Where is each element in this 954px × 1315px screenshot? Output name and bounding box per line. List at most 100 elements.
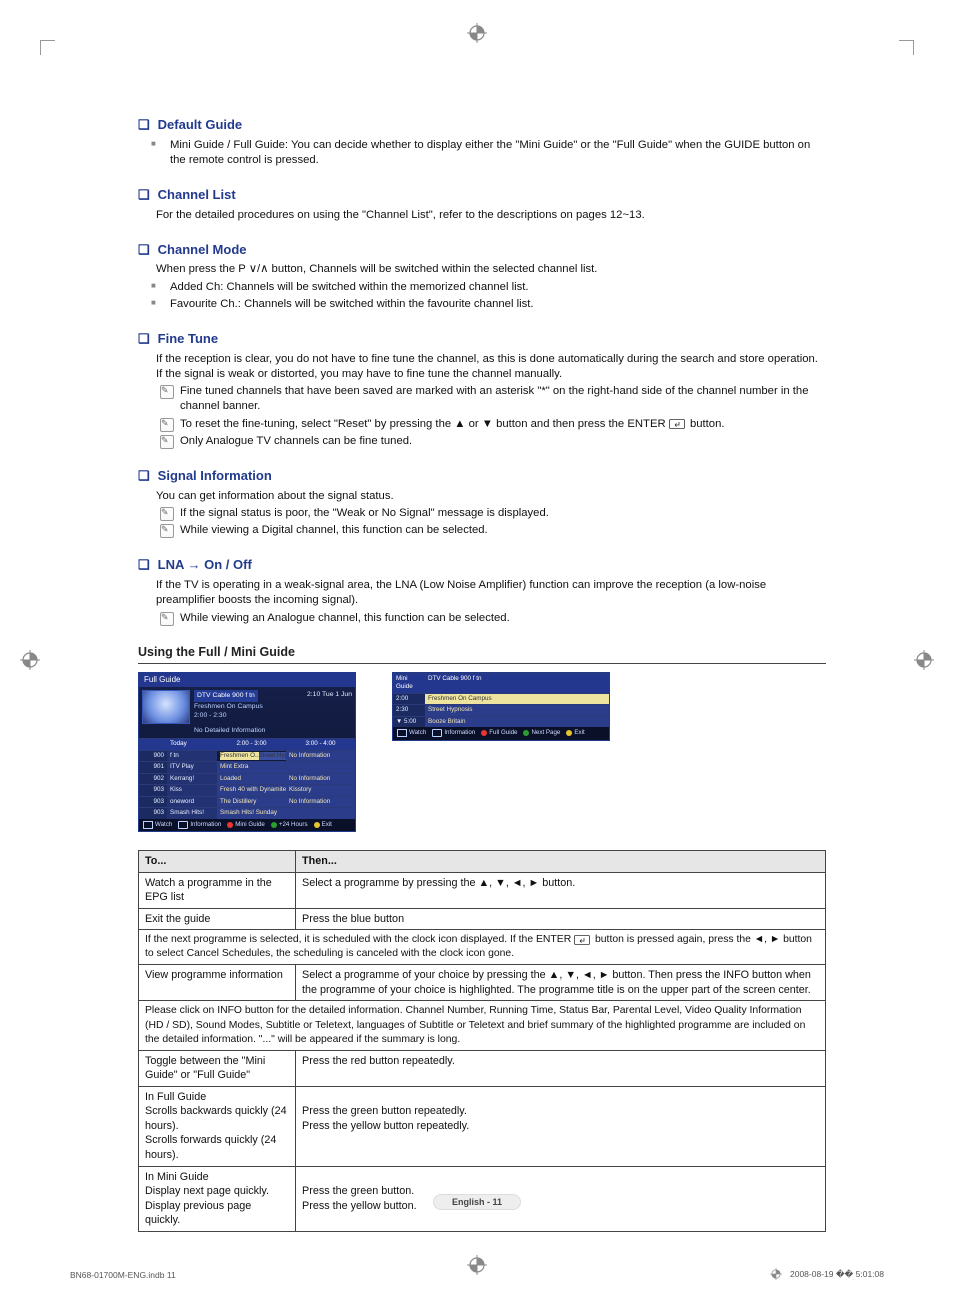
table-row: 903KissFresh 40 with Dynamite MCKisstory xyxy=(139,784,355,796)
text: Added Ch: Channels will be switched with… xyxy=(170,281,529,293)
default-guide-list: Mini Guide / Full Guide: You can decide … xyxy=(142,138,826,169)
programme-a: Loaded xyxy=(217,773,286,785)
col-then: Then... xyxy=(296,851,826,873)
list-item: Added Ch: Channels will be switched with… xyxy=(142,280,826,295)
document-page: Default Guide Mini Guide / Full Guide: Y… xyxy=(0,0,954,1315)
cell-then: Press the green button repeatedly. Press… xyxy=(296,1086,826,1166)
text: Favourite Ch.: Channels will be switched… xyxy=(170,298,534,310)
fig-title: Mini Guide xyxy=(393,673,425,693)
note-cell: If the next programme is selected, it is… xyxy=(139,930,826,965)
programme-cell: Freshmen On Campus xyxy=(425,693,609,705)
table-header-row: To... Then... xyxy=(139,851,826,873)
text: Fine tuned channels that have been saved… xyxy=(180,385,808,412)
text: To reset the fine-tuning, select "Reset"… xyxy=(180,418,666,430)
guide-figures: Full Guide DTV Cable 900 f tn 2:10 Tue 1… xyxy=(138,672,826,832)
legend-watch: Watch xyxy=(409,729,426,737)
mini-guide-title-row: Mini Guide DTV Cable 900 f tn xyxy=(393,673,609,693)
table-row: Exit the guide Press the blue button xyxy=(139,908,826,930)
table-row: In Full Guide Scrolls backwards quickly … xyxy=(139,1086,826,1166)
text: While viewing an Analogue channel, this … xyxy=(180,612,510,624)
channel-number: 903 xyxy=(139,796,167,808)
table-row: ▼ 5:00Booze Britain xyxy=(393,716,609,728)
print-timestamp: 2008-08-19 �� 5:01:08 xyxy=(770,1268,884,1280)
programme-b: No Information xyxy=(286,796,355,808)
mini-guide-figure: Mini Guide DTV Cable 900 f tn 2:00Freshm… xyxy=(392,672,610,741)
note-item: If the signal status is poor, the "Weak … xyxy=(160,506,826,521)
lna-notes: While viewing an Analogue channel, this … xyxy=(160,611,826,626)
legend-exit: Exit xyxy=(574,729,584,737)
registration-mark-icon xyxy=(467,1255,487,1275)
legend-watch: Watch xyxy=(155,821,172,829)
crop-mark xyxy=(899,40,914,55)
programme-b: Kisstory xyxy=(286,784,355,796)
body-text: You can get information about the signal… xyxy=(156,489,826,504)
page-number-badge: English - 11 xyxy=(433,1194,521,1210)
channel-name: ITV Play xyxy=(167,761,217,773)
list-item: Favourite Ch.: Channels will be switched… xyxy=(142,297,826,312)
date-label: 2:10 Tue 1 Jun xyxy=(307,690,352,699)
cell-then: Press the blue button xyxy=(296,908,826,930)
registration-mark-icon xyxy=(770,1268,782,1280)
using-guide-heading: Using the Full / Mini Guide xyxy=(138,644,826,664)
yellow-dot-icon xyxy=(314,822,320,828)
cell-then: Press the red button repeatedly. xyxy=(296,1050,826,1086)
fig-title: Full Guide xyxy=(139,673,355,688)
full-guide-figure: Full Guide DTV Cable 900 f tn 2:10 Tue 1… xyxy=(138,672,356,832)
channel-number: 901 xyxy=(139,761,167,773)
green-dot-icon xyxy=(271,822,277,828)
table-row: 901ITV PlayMint Extra xyxy=(139,761,355,773)
yellow-dot-icon xyxy=(566,730,572,736)
table-row: 900f tnFreshmen O..Street Hypn..No Infor… xyxy=(139,750,355,762)
info-icon xyxy=(178,821,188,829)
table-row: 903onewordThe DistilleryNo Information xyxy=(139,796,355,808)
full-guide-legend: Watch Information Mini Guide +24 Hours E… xyxy=(139,819,355,831)
cell-to: Exit the guide xyxy=(139,908,296,930)
text: If the next programme is selected, it is… xyxy=(145,934,571,945)
programme-b xyxy=(286,761,355,773)
note-item: While viewing a Digital channel, this fu… xyxy=(160,523,826,538)
enter-icon xyxy=(669,419,687,429)
cell-to: In Mini Guide Display next page quickly.… xyxy=(139,1166,296,1231)
col-slot-b: 3:00 - 4:00 xyxy=(286,738,355,750)
programme-b: No Information xyxy=(286,773,355,785)
red-dot-icon xyxy=(481,730,487,736)
table-note-row: If the next programme is selected, it is… xyxy=(139,930,826,965)
table-row: Toggle between the "Mini Guide" or "Full… xyxy=(139,1050,826,1086)
legend-next: Next Page xyxy=(531,729,560,737)
table-row: 903Smash Hits!Smash Hits! Sunday xyxy=(139,807,355,819)
programme-a: Freshmen O.. xyxy=(220,752,259,761)
registration-mark-icon xyxy=(20,650,40,670)
channel-name: Kiss xyxy=(167,784,217,796)
legend-info: Information xyxy=(444,729,475,737)
red-dot-icon xyxy=(227,822,233,828)
cell-to: Toggle between the "Mini Guide" or "Full… xyxy=(139,1050,296,1086)
table-note-row: Please click on INFO button for the deta… xyxy=(139,1001,826,1050)
channel-name: Smash Hits! xyxy=(167,807,217,819)
programme-b: No Information xyxy=(286,750,355,762)
registration-mark-icon xyxy=(914,650,934,670)
table-row: View programme information Select a prog… xyxy=(139,965,826,1001)
channel-name: oneword xyxy=(167,796,217,808)
guide-actions-table: To... Then... Watch a programme in the E… xyxy=(138,850,826,1232)
programme-a: Smash Hits! Sunday xyxy=(217,807,286,819)
col-today: Today xyxy=(167,738,217,750)
channel-number: 902 xyxy=(139,773,167,785)
legend-full: Full Guide xyxy=(489,729,517,737)
info-icon xyxy=(432,729,442,737)
programme-time: 2:00 - 2:30 xyxy=(194,711,352,720)
text: While viewing a Digital channel, this fu… xyxy=(180,524,488,536)
page-content: Default Guide Mini Guide / Full Guide: Y… xyxy=(138,58,826,1232)
channel-number: 903 xyxy=(139,807,167,819)
time-cell: ▼ 5:00 xyxy=(393,716,425,728)
text: Mini Guide / Full Guide: You can decide … xyxy=(170,139,810,166)
cell-to: In Full Guide Scrolls backwards quickly … xyxy=(139,1086,296,1166)
time-cell: 2:00 xyxy=(393,693,425,705)
note-item: Fine tuned channels that have been saved… xyxy=(160,384,826,415)
section-signal-info: Signal Information xyxy=(138,467,826,485)
list-item: Mini Guide / Full Guide: You can decide … xyxy=(142,138,826,169)
table-row: 2:00Freshmen On Campus xyxy=(393,693,609,705)
table-header-row: Today 2:00 - 3:00 3:00 - 4:00 xyxy=(139,738,355,750)
registration-mark-icon xyxy=(467,23,487,43)
cell-to: Watch a programme in the EPG list xyxy=(139,872,296,908)
section-channel-list: Channel List xyxy=(138,186,826,204)
